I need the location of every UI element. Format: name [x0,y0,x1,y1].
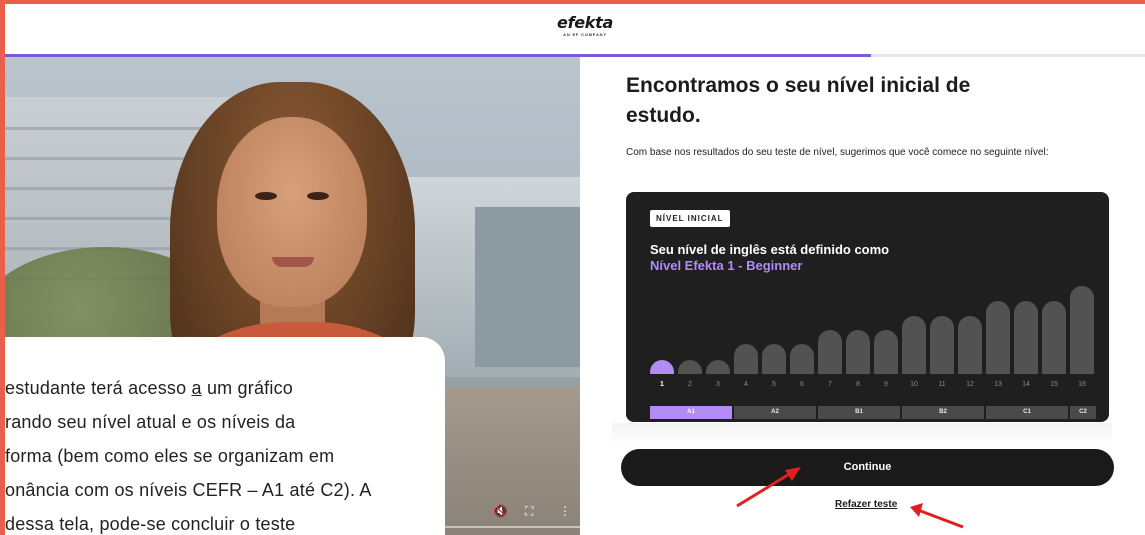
video-progress[interactable] [445,526,580,528]
background-building [475,207,580,367]
level-chart: 1 2 3 4 5 6 7 8 9 10 11 12 13 14 15 16 [650,282,1100,392]
level-card: NÍVEL INICIAL Seu nível de inglês está d… [626,192,1109,422]
cefr-band: B2 [902,406,984,419]
level-bar [1014,301,1038,374]
level-number: 1 [660,381,664,388]
level-bar [846,330,870,374]
level-number: 10 [910,381,918,388]
card-shadow [612,423,1112,445]
header: efekta AN EF COMPANY [5,4,1145,57]
retake-test-link[interactable]: Refazer teste [835,499,897,510]
level-number: 8 [856,381,860,388]
result-description: Com base nos resultados do seu teste de … [626,147,1049,158]
fullscreen-icon[interactable]: ⛶ [525,504,533,519]
person-face [217,117,367,307]
level-bar [762,344,786,374]
level-number: 16 [1078,381,1086,388]
cefr-band: C1 [986,406,1068,419]
logo-subtext: AN EF COMPANY [563,32,607,37]
result-panel: Encontramos o seu nível inicial de estud… [612,57,1145,535]
level-bar [650,360,674,374]
level-number: 3 [716,381,720,388]
level-name: Nível Efekta 1 - Beginner [650,258,803,273]
level-bar [1070,286,1094,374]
cefr-band: B1 [818,406,900,419]
level-bar [986,301,1010,374]
level-number: 7 [828,381,832,388]
cefr-band: A2 [734,406,816,419]
level-number: 6 [800,381,804,388]
caption-text: estudante terá acesso a um gráfico rando… [5,378,372,534]
level-bar [706,360,730,374]
level-bar [902,316,926,374]
video-player[interactable]: 🔇 ⛶ ⋮ estudante terá acesso a um gráfico… [5,57,580,535]
level-number: 2 [688,381,692,388]
video-controls: 🔇 ⛶ ⋮ [445,492,580,532]
level-bar [790,344,814,374]
cefr-band: A1 [650,406,732,419]
level-bar [818,330,842,374]
level-bar [678,360,702,374]
logo-text: efekta [557,13,613,32]
level-intro: Seu nível de inglês está definido como [650,242,890,257]
caption-link: a [191,378,202,398]
level-number: 12 [966,381,974,388]
level-bar [958,316,982,374]
level-number: 4 [744,381,748,388]
level-number: 13 [994,381,1002,388]
caption-box: estudante terá acesso a um gráfico rando… [5,337,445,535]
efekta-logo: efekta AN EF COMPANY [545,14,625,38]
cefr-band: C2 [1070,406,1096,419]
more-vert-icon[interactable]: ⋮ [559,504,571,518]
volume-muted-icon[interactable]: 🔇 [493,504,508,518]
level-bar [734,344,758,374]
level-bar [1042,301,1066,374]
level-number: 9 [884,381,888,388]
page-title: Encontramos o seu nível inicial de estud… [626,74,971,127]
continue-button[interactable]: Continue [621,449,1114,486]
level-number: 11 [938,381,946,388]
level-badge: NÍVEL INICIAL [650,210,730,227]
level-number: 15 [1050,381,1058,388]
level-number: 14 [1022,381,1030,388]
page: efekta AN EF COMPANY 🔇 ⛶ ⋮ estudante ter… [5,4,1145,535]
level-number: 5 [772,381,776,388]
level-bar [874,330,898,374]
level-bar [930,316,954,374]
